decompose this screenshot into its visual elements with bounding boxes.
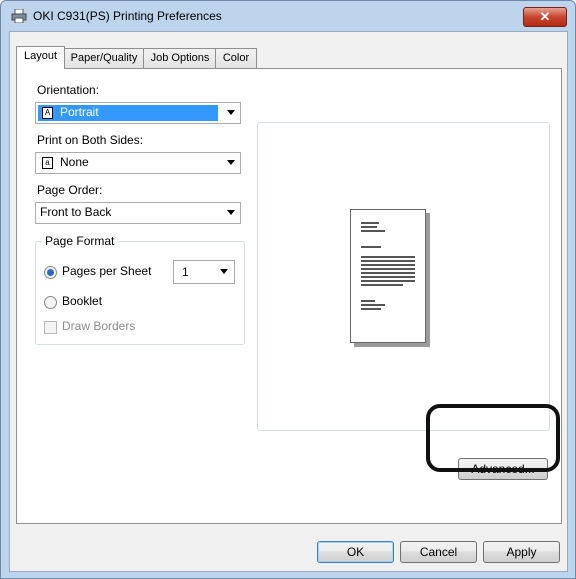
portrait-icon: A <box>42 107 53 119</box>
duplex-none-icon: a <box>42 157 53 169</box>
chevron-down-icon <box>227 210 235 215</box>
both-sides-value: None <box>60 155 89 169</box>
dialog-client-area: Layout Paper/Quality Job Options Color O… <box>9 31 568 572</box>
printer-icon <box>11 9 27 23</box>
close-icon: ✕ <box>539 9 551 24</box>
title-bar[interactable]: OKI C931(PS) Printing Preferences ✕ <box>1 1 575 31</box>
draw-borders-checkbox[interactable] <box>44 321 57 334</box>
close-button[interactable]: ✕ <box>523 7 567 27</box>
booklet-radio[interactable] <box>44 296 57 309</box>
orientation-label: Orientation: <box>37 83 100 97</box>
page-order-label: Page Order: <box>37 183 103 197</box>
both-sides-dropdown[interactable]: a None <box>35 152 241 174</box>
layout-preview <box>257 122 550 431</box>
booklet-label: Booklet <box>62 294 103 308</box>
page-format-group: Page Format Pages per Sheet 1 Booklet Dr… <box>35 234 245 345</box>
window-title: OKI C931(PS) Printing Preferences <box>33 9 222 23</box>
advanced-button-callout <box>426 404 560 472</box>
tab-paper-quality[interactable]: Paper/Quality <box>63 48 145 68</box>
apply-button[interactable]: Apply <box>483 541 560 563</box>
chevron-down-icon <box>227 110 235 115</box>
printing-preferences-window: OKI C931(PS) Printing Preferences ✕ Layo… <box>0 0 576 579</box>
pages-per-sheet-label: Pages per Sheet <box>62 264 152 278</box>
portrait-page-preview-icon <box>350 209 426 343</box>
page-order-dropdown[interactable]: Front to Back <box>35 202 241 224</box>
pages-per-sheet-radio[interactable] <box>44 266 57 279</box>
tab-color[interactable]: Color <box>215 48 257 68</box>
page-order-value: Front to Back <box>40 205 112 219</box>
cancel-button[interactable]: Cancel <box>400 541 477 563</box>
pages-per-sheet-value: 1 <box>182 265 189 279</box>
orientation-value: Portrait <box>60 105 99 119</box>
tab-layout[interactable]: Layout <box>16 46 65 69</box>
ok-button[interactable]: OK <box>317 541 394 563</box>
draw-borders-label: Draw Borders <box>62 319 136 333</box>
orientation-dropdown[interactable]: A Portrait <box>35 102 241 124</box>
pages-per-sheet-dropdown[interactable]: 1 <box>173 260 235 284</box>
both-sides-label: Print on Both Sides: <box>37 133 144 147</box>
chevron-down-icon <box>220 269 228 274</box>
page-format-title: Page Format <box>42 234 118 248</box>
tab-job-options[interactable]: Job Options <box>143 48 217 68</box>
chevron-down-icon <box>227 160 235 165</box>
